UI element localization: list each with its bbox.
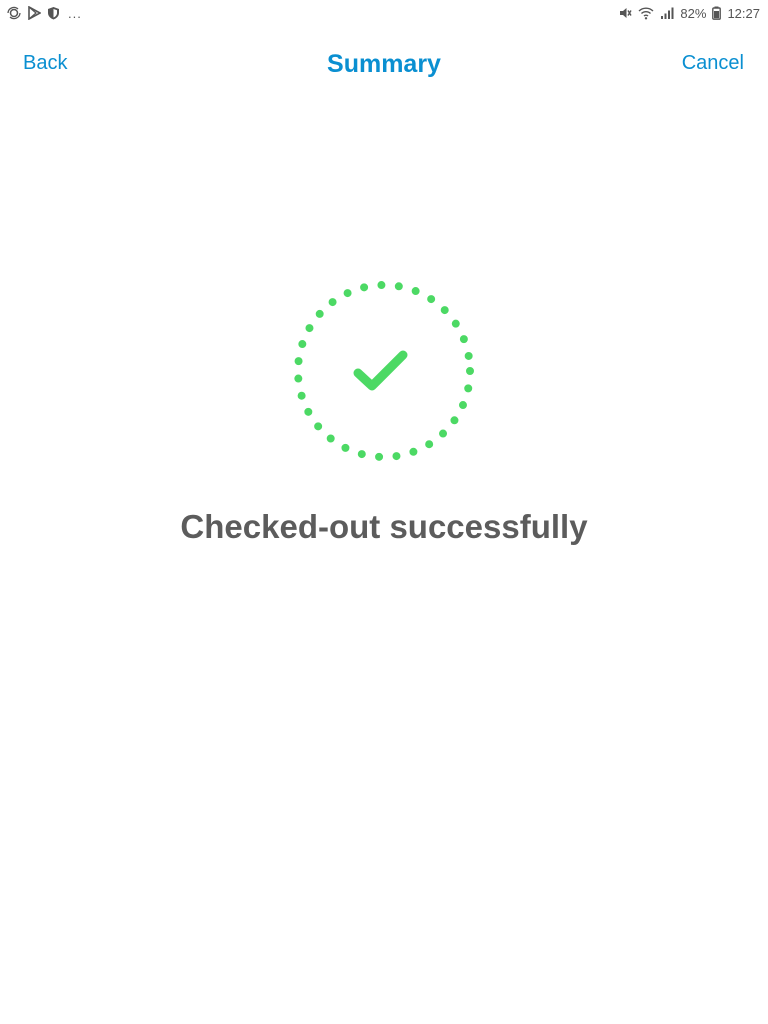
summary-screen: ... 82% 12:27 Back Summary Cancel Checke…	[0, 0, 768, 1024]
more-notifications-indicator: ...	[68, 5, 82, 21]
battery-icon	[712, 6, 722, 20]
cancel-button[interactable]: Cancel	[682, 52, 744, 75]
sync-icon	[6, 6, 22, 20]
shield-icon	[47, 6, 60, 20]
status-clock: 12:27	[727, 5, 760, 21]
status-bar-right: 82% 12:27	[618, 6, 760, 21]
battery-percentage: 82%	[680, 5, 707, 21]
status-bar-left: ...	[6, 6, 82, 20]
play-store-icon	[28, 6, 41, 20]
wifi-icon	[638, 6, 654, 20]
signal-icon	[660, 6, 674, 20]
status-bar: ... 82% 12:27	[0, 0, 768, 26]
check-circle-icon	[294, 281, 474, 461]
navigation-header: Back Summary Cancel	[0, 40, 768, 90]
mute-icon	[618, 6, 633, 20]
success-message: Checked-out successfully	[180, 508, 588, 545]
success-panel: Checked-out successfully	[0, 276, 768, 546]
page-title: Summary	[327, 50, 441, 78]
